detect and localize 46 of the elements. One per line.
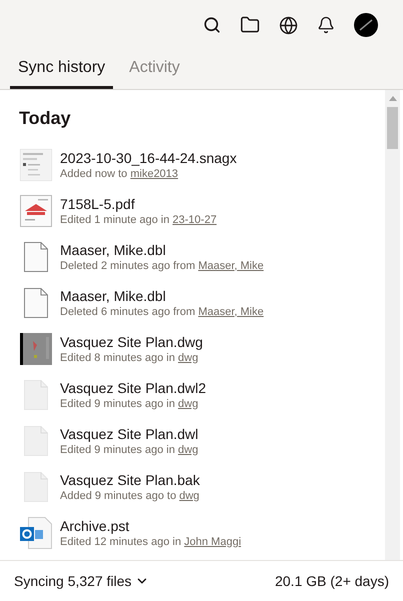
scrollbar[interactable]: [385, 90, 400, 560]
screenshot-thumbnail: [20, 149, 52, 181]
file-name[interactable]: Archive.pst: [60, 516, 242, 534]
file-activity: Edited 9 minutes ago in dwg: [60, 442, 198, 458]
file-name[interactable]: 2023-10-30_16-44-24.snagx: [60, 148, 237, 166]
folder-link[interactable]: dwg: [178, 444, 198, 456]
folder-link[interactable]: Maaser, Mike: [198, 260, 264, 272]
file-activity: Deleted 2 minutes ago from Maaser, Mike: [60, 258, 264, 274]
search-icon[interactable]: [203, 16, 221, 34]
folder-link[interactable]: Maaser, Mike: [198, 306, 264, 318]
folder-link[interactable]: dwg: [179, 490, 200, 502]
folder-link[interactable]: 23-10-27: [172, 214, 217, 226]
file-icon: [24, 426, 48, 456]
sync-size: 20.1 GB (2+ days): [274, 572, 389, 591]
file-activity: Edited 12 minutes ago in John Maggi: [60, 534, 242, 550]
folder-icon[interactable]: [240, 15, 260, 35]
file-name[interactable]: Maaser, Mike.dbl: [60, 240, 264, 258]
file-activity: Edited 1 minute ago in 23-10-27: [60, 212, 217, 228]
drawing-thumbnail: [20, 333, 52, 365]
folder-link[interactable]: dwg: [178, 352, 198, 364]
file-activity: Added 9 minutes ago to dwg: [60, 488, 200, 504]
section-title: Today: [19, 107, 72, 130]
avatar-icon[interactable]: [354, 13, 378, 37]
scrollbar-thumb[interactable]: [387, 107, 398, 149]
file-name[interactable]: Vasquez Site Plan.dwl2: [60, 378, 206, 396]
outlook-file-icon: [20, 517, 52, 549]
file-activity: Edited 8 minutes ago in dwg: [60, 350, 200, 366]
file-icon: [24, 380, 48, 410]
file-name[interactable]: Vasquez Site Plan.dwg: [60, 332, 203, 350]
folder-link[interactable]: dwg: [178, 398, 198, 410]
file-icon: [24, 472, 48, 502]
file-name[interactable]: Vasquez Site Plan.bak: [60, 470, 200, 488]
file-icon: [24, 242, 48, 272]
file-name[interactable]: Maaser, Mike.dbl: [60, 286, 264, 304]
folder-link[interactable]: mike2013: [130, 168, 178, 180]
folder-link[interactable]: John Maggi: [184, 536, 242, 548]
sync-status-dropdown[interactable]: Syncing 5,327 files: [14, 570, 149, 592]
file-activity: Added now to mike2013: [60, 166, 180, 182]
file-name[interactable]: Vasquez Site Plan.dwl: [60, 424, 198, 442]
file-icon: [24, 288, 48, 318]
file-activity: Edited 9 minutes ago in dwg: [60, 396, 200, 412]
notifications-icon[interactable]: [317, 16, 335, 34]
pdf-thumbnail: [20, 195, 52, 227]
file-name[interactable]: 7158L-5.pdf: [60, 194, 217, 212]
file-activity: Deleted 6 minutes ago from Maaser, Mike: [60, 304, 264, 320]
globe-icon[interactable]: [279, 16, 298, 34]
